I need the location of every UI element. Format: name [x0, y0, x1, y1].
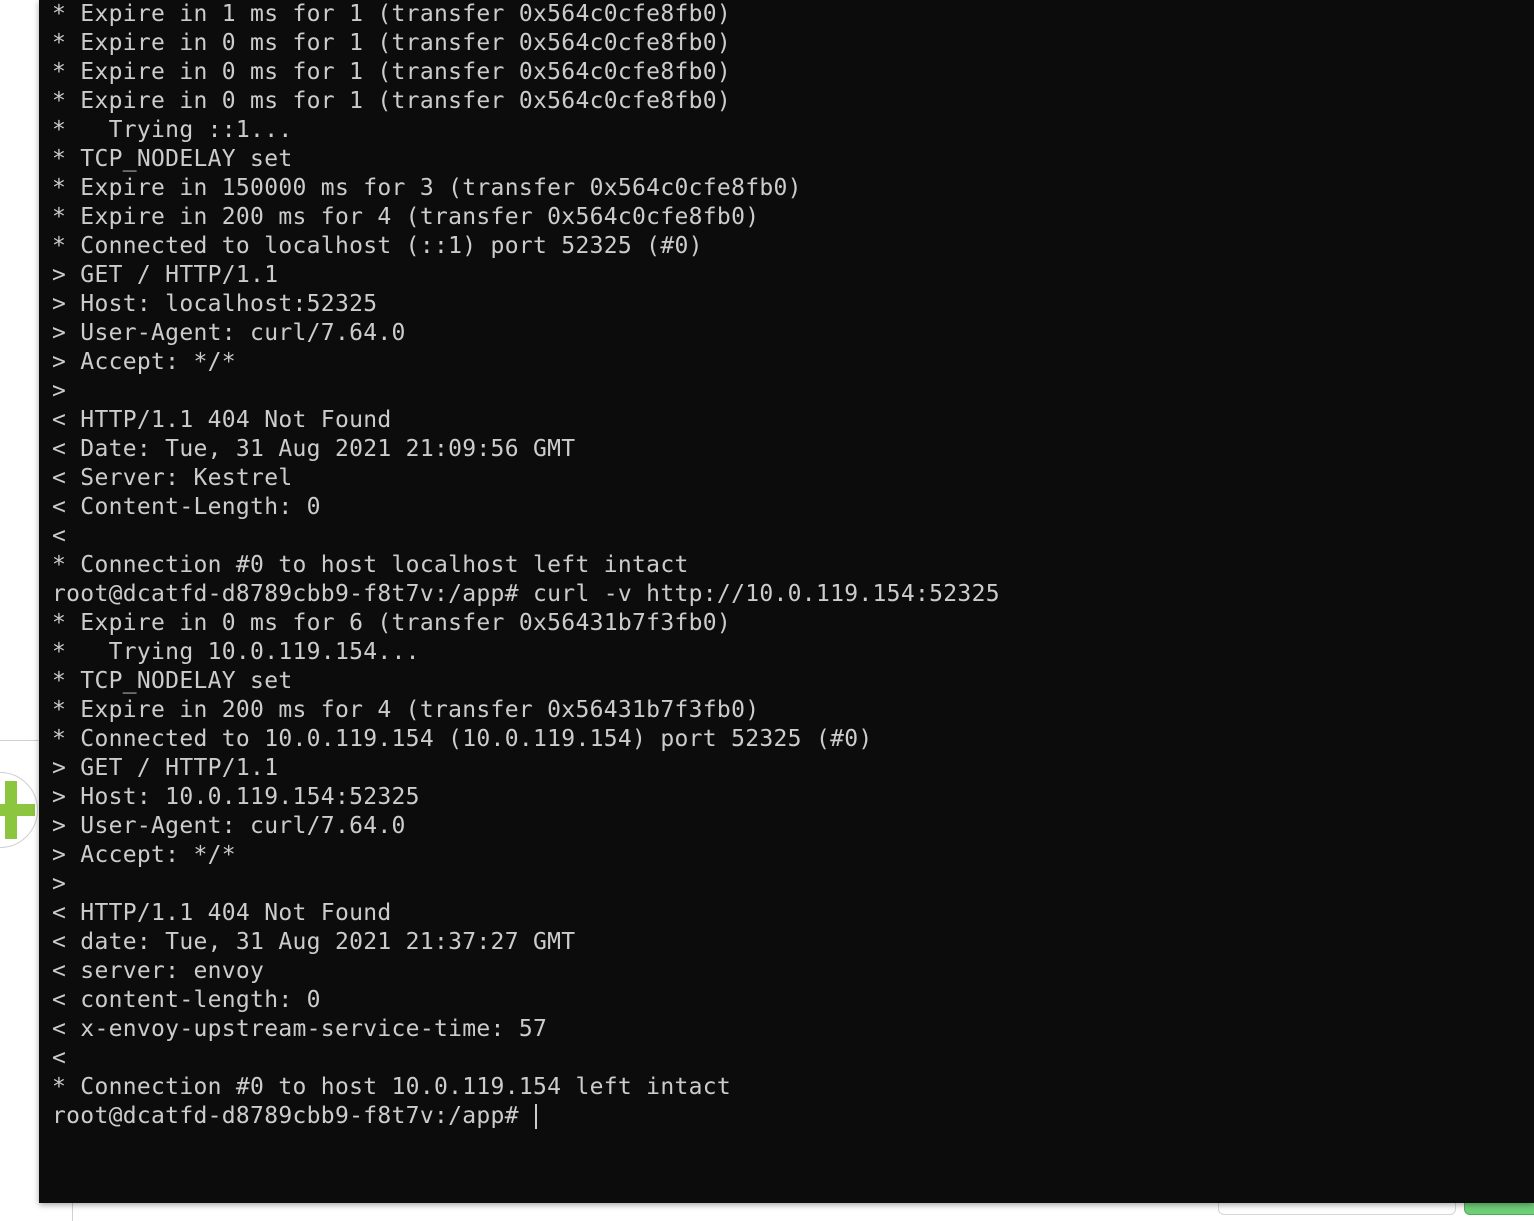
background-divider-vertical — [72, 1203, 73, 1221]
terminal-line: * Expire in 0 ms for 6 (transfer 0x56431… — [52, 610, 732, 636]
terminal-line: < — [52, 523, 67, 549]
terminal-line: * Expire in 0 ms for 1 (transfer 0x564c0… — [52, 88, 732, 114]
add-icon-vertical-bar — [5, 781, 17, 839]
terminal-line: * Expire in 0 ms for 1 (transfer 0x564c0… — [52, 59, 732, 85]
terminal-line: > Host: 10.0.119.154:52325 — [52, 784, 420, 810]
terminal-output: * Expire in 1 ms for 1 (transfer 0x564c0… — [52, 0, 1534, 1131]
terminal-window[interactable]: * Expire in 1 ms for 1 (transfer 0x564c0… — [39, 0, 1534, 1203]
terminal-line: < Content-Length: 0 — [52, 494, 321, 520]
terminal-line: > User-Agent: curl/7.64.0 — [52, 320, 406, 346]
terminal-line: > — [52, 378, 67, 404]
terminal-line: > Accept: */* — [52, 349, 236, 375]
terminal-line: * Connection #0 to host 10.0.119.154 lef… — [52, 1074, 732, 1100]
terminal-line: < Server: Kestrel — [52, 465, 293, 491]
terminal-line: * TCP_NODELAY set — [52, 146, 293, 172]
terminal-line: root@dcatfd-d8789cbb9-f8t7v:/app# curl -… — [52, 581, 1000, 607]
terminal-line: * Expire in 200 ms for 4 (transfer 0x564… — [52, 697, 760, 723]
terminal-line: > Host: localhost:52325 — [52, 291, 378, 317]
terminal-line: < HTTP/1.1 404 Not Found — [52, 407, 392, 433]
terminal-line: < server: envoy — [52, 958, 265, 984]
terminal-line: * Connected to localhost (::1) port 5232… — [52, 233, 703, 259]
terminal-line: * Connected to 10.0.119.154 (10.0.119.15… — [52, 726, 873, 752]
terminal-line: > — [52, 871, 67, 897]
terminal-prompt-line[interactable]: root@dcatfd-d8789cbb9-f8t7v:/app# — [52, 1102, 1534, 1131]
shell-prompt: root@dcatfd-d8789cbb9-f8t7v:/app# — [52, 1103, 534, 1129]
terminal-line: * Trying ::1... — [52, 117, 293, 143]
terminal-line: * Expire in 150000 ms for 3 (transfer 0x… — [52, 175, 802, 201]
terminal-line: > GET / HTTP/1.1 — [52, 262, 279, 288]
terminal-line: * TCP_NODELAY set — [52, 668, 293, 694]
terminal-line: < x-envoy-upstream-service-time: 57 — [52, 1016, 548, 1042]
terminal-line: > GET / HTTP/1.1 — [52, 755, 279, 781]
terminal-line: * Expire in 200 ms for 4 (transfer 0x564… — [52, 204, 760, 230]
terminal-line: * Expire in 0 ms for 1 (transfer 0x564c0… — [52, 30, 732, 56]
terminal-line: > Accept: */* — [52, 842, 236, 868]
terminal-line: * Connection #0 to host localhost left i… — [52, 552, 689, 578]
terminal-line: < Date: Tue, 31 Aug 2021 21:09:56 GMT — [52, 436, 576, 462]
terminal-line: * Trying 10.0.119.154... — [52, 639, 420, 665]
terminal-line: > User-Agent: curl/7.64.0 — [52, 813, 406, 839]
terminal-line: * Expire in 1 ms for 1 (transfer 0x564c0… — [52, 1, 732, 27]
terminal-line: < date: Tue, 31 Aug 2021 21:37:27 GMT — [52, 929, 576, 955]
terminal-line: < content-length: 0 — [52, 987, 321, 1013]
terminal-line: < HTTP/1.1 404 Not Found — [52, 900, 392, 926]
background-divider — [0, 740, 40, 741]
terminal-line: < — [52, 1045, 67, 1071]
text-cursor — [535, 1104, 538, 1129]
